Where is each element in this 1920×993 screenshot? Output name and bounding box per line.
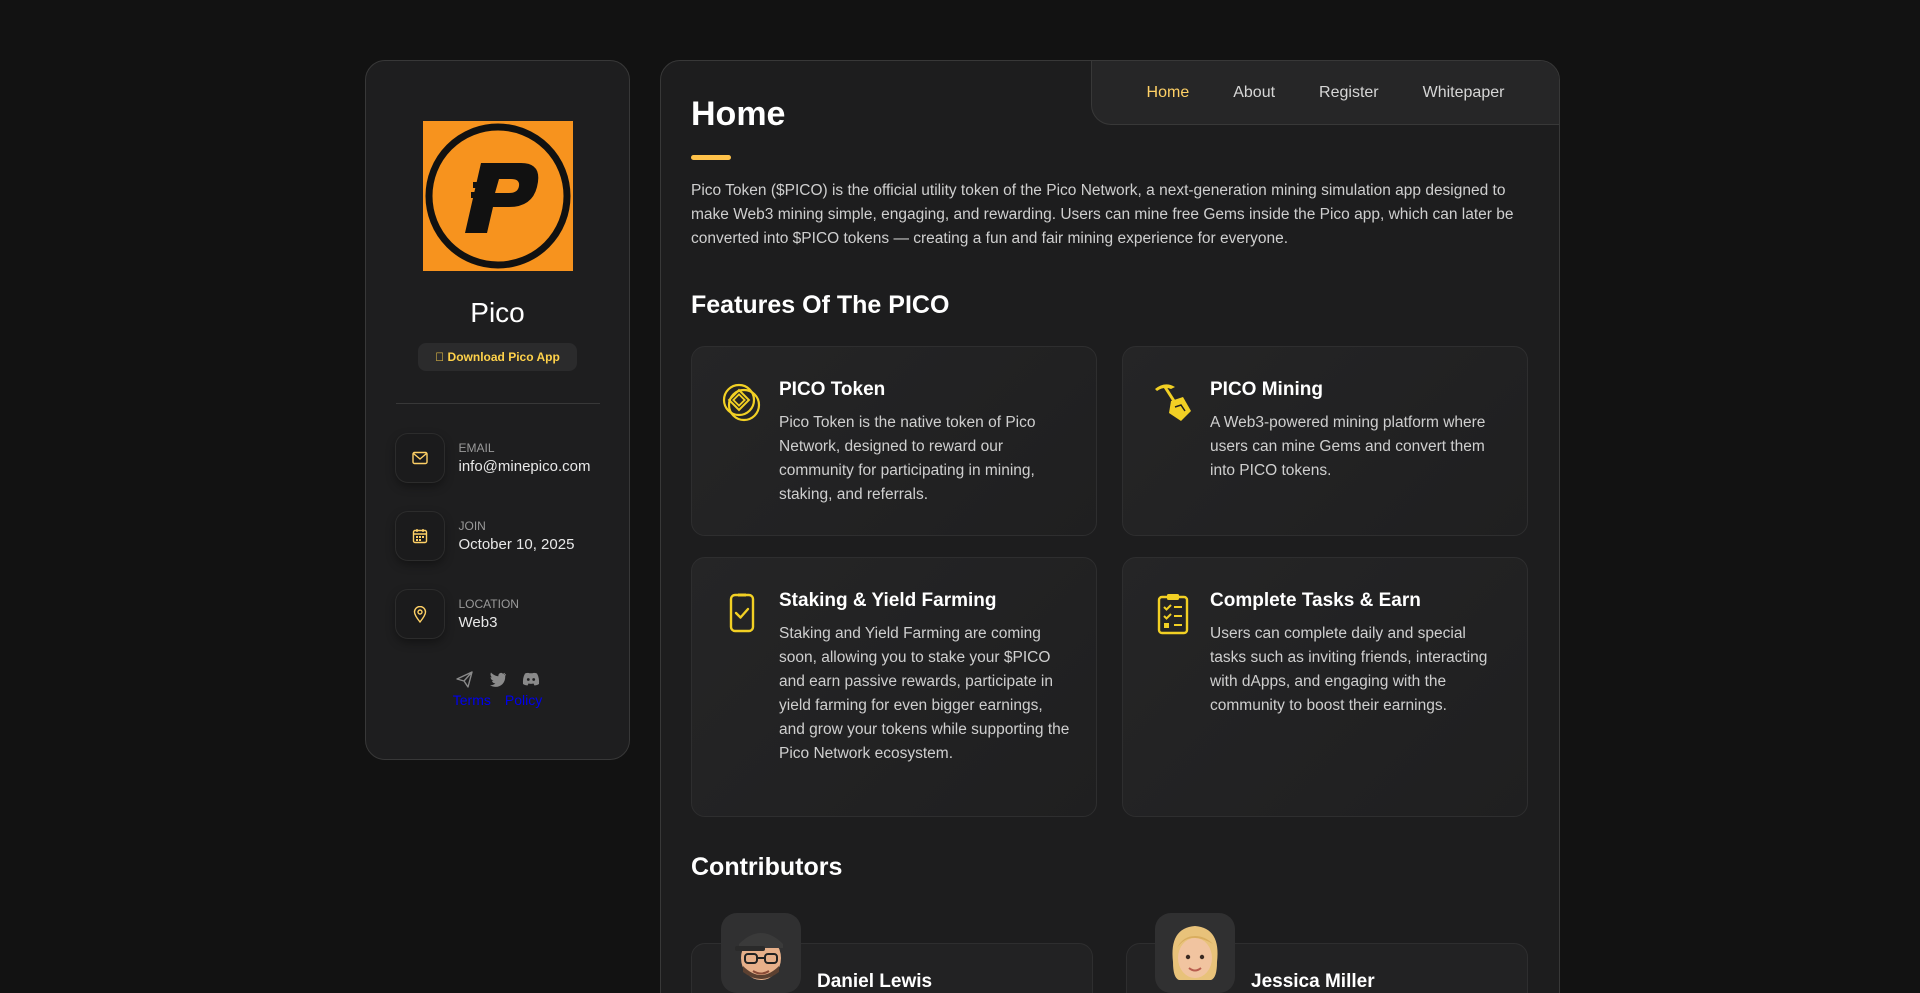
download-app-button[interactable]:  Download Pico App (418, 343, 577, 371)
feature-text: A Web3-powered mining platform where use… (1210, 414, 1486, 479)
telegram-icon[interactable] (456, 670, 474, 688)
man-cap-glasses-avatar (721, 913, 801, 993)
feature-card-token: PICO Token Pico Token is the native toke… (691, 346, 1097, 536)
feature-card-tasks: Complete Tasks & Earn Users can complete… (1122, 557, 1528, 817)
main-card: Home About Register Whitepaper Home Pico… (660, 60, 1560, 993)
feature-title: PICO Mining (1210, 379, 1323, 400)
top-navigation: Home About Register Whitepaper (1091, 61, 1559, 125)
contact-list: EMAIL info@minepico.com JOIN October 10,… (395, 434, 600, 668)
location-pin-icon (395, 590, 444, 638)
mail-icon (395, 434, 444, 482)
title-underline (691, 155, 731, 160)
feature-title: Complete Tasks & Earn (1210, 590, 1421, 611)
contributor-name: Jessica Miller (1251, 971, 1375, 992)
profile-name: Pico (470, 297, 525, 328)
divider (395, 403, 600, 404)
contact-join: JOIN October 10, 2025 (395, 512, 600, 590)
intro-paragraph: Pico Token ($PICO) is the official utili… (691, 182, 1514, 247)
location-value: Web3 (458, 614, 498, 631)
email-link[interactable]: info@minepico.com (459, 458, 591, 475)
contributors-title: Contributors (691, 853, 843, 881)
contact-title: LOCATION (458, 597, 519, 611)
feature-text: Staking and Yield Farming are coming soo… (779, 625, 1070, 762)
contact-location: LOCATION Web3 (395, 590, 600, 668)
feature-title: PICO Token (779, 379, 886, 400)
contributor-name: Daniel Lewis (817, 971, 933, 992)
coins-icon (720, 381, 764, 425)
pico-logo (422, 121, 573, 271)
woman-blonde-avatar (1155, 913, 1235, 993)
nav-whitepaper[interactable]: Whitepaper (1423, 84, 1505, 102)
nav-home[interactable]: Home (1147, 84, 1190, 102)
nav-register[interactable]: Register (1319, 84, 1379, 102)
profile-sidebar: Pico  Download Pico App EMAIL info@mine… (365, 60, 630, 760)
nav-about[interactable]: About (1233, 84, 1275, 102)
contact-title: EMAIL (458, 441, 495, 455)
calendar-icon (395, 512, 444, 560)
terms-link[interactable]: Terms (453, 692, 491, 708)
pickaxe-icon (1151, 381, 1195, 425)
page-title: Home (691, 95, 786, 133)
contact-title: JOIN (458, 519, 486, 533)
discord-icon[interactable] (522, 670, 540, 688)
feature-card-staking: Staking & Yield Farming Staking and Yiel… (691, 557, 1097, 817)
social-links (456, 670, 540, 688)
feature-text: Users can complete daily and special tas… (1210, 625, 1488, 714)
legal-links: Terms Policy (453, 692, 542, 708)
phone-check-icon (720, 592, 764, 636)
feature-text: Pico Token is the native token of Pico N… (779, 414, 1036, 503)
feature-card-mining: PICO Mining A Web3-powered mining platfo… (1122, 346, 1528, 536)
policy-link[interactable]: Policy (505, 692, 542, 708)
join-date: October 10, 2025 (458, 536, 575, 553)
twitter-icon[interactable] (489, 670, 507, 688)
feature-title: Staking & Yield Farming (779, 590, 997, 611)
features-title: Features Of The PICO (691, 291, 950, 319)
checklist-icon (1151, 592, 1195, 636)
contact-email: EMAIL info@minepico.com (395, 434, 600, 512)
